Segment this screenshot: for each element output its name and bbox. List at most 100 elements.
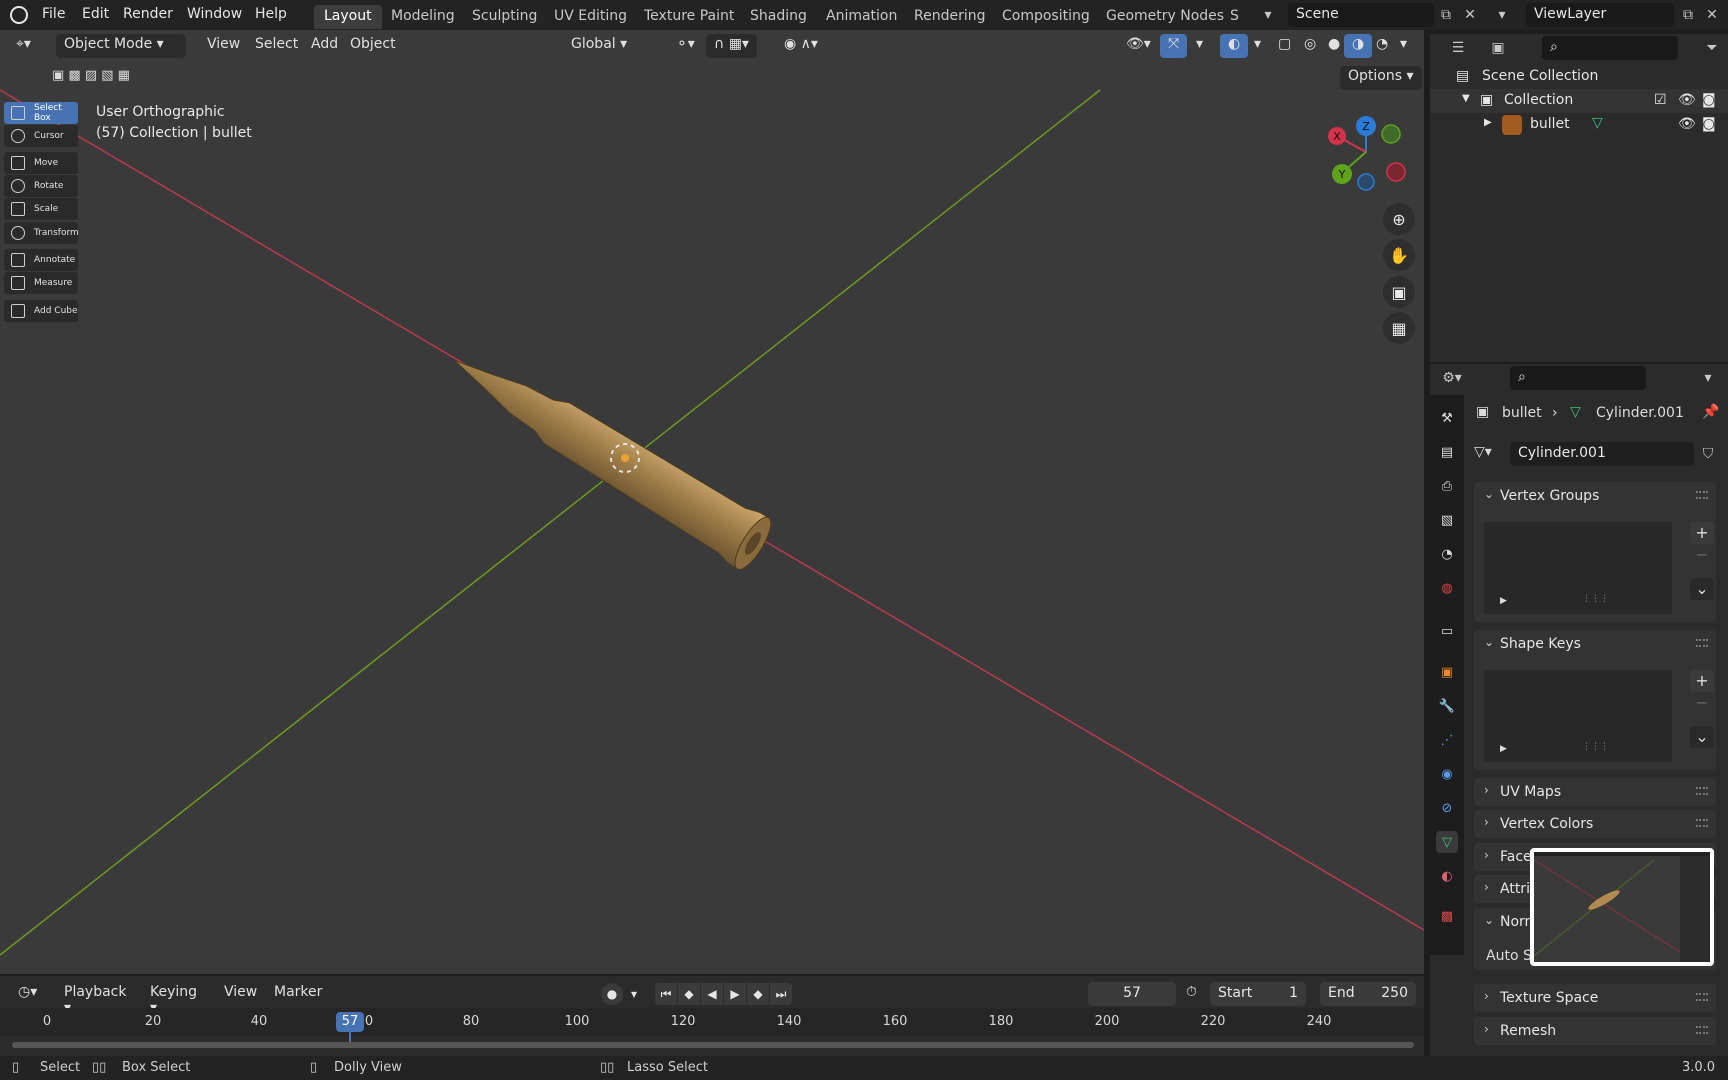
checkbox-icon[interactable]: ☑ — [1654, 92, 1667, 108]
tab-shading[interactable]: Shading — [740, 5, 817, 29]
pan-hand-icon[interactable]: ✋ — [1383, 239, 1415, 271]
drag-handle-icon[interactable] — [1696, 1026, 1708, 1034]
eye-icon[interactable]: 👁 — [1678, 92, 1696, 108]
timeline-menu-view[interactable]: View — [216, 982, 265, 1006]
tab-compositing[interactable]: Compositing — [992, 5, 1100, 29]
data-tab-icon[interactable]: ▽ — [1436, 831, 1458, 853]
panel-vertex-colors[interactable]: › Vertex Colors — [1474, 810, 1716, 838]
mesh-data-field[interactable]: Cylinder.001 — [1510, 442, 1694, 466]
output-tab-icon[interactable]: ⎙ — [1436, 475, 1458, 497]
chevron-down-icon[interactable]: ⌄ — [1484, 487, 1494, 501]
record-icon[interactable]: ● — [601, 983, 623, 1005]
gizmo-toggle-icon[interactable]: ⤧ — [1160, 34, 1188, 58]
camera-render-icon[interactable]: ◙ — [1702, 116, 1716, 132]
proportional-edit-icon[interactable]: ◉ ∧▾ — [776, 34, 826, 58]
drag-handle-icon[interactable] — [1696, 491, 1708, 499]
eye-icon[interactable]: 👁 — [1678, 116, 1696, 132]
properties-options-icon[interactable]: ▾ — [1696, 366, 1720, 390]
tool-select-box[interactable]: Select Box — [4, 102, 78, 124]
menu-select[interactable]: Select — [247, 34, 306, 58]
transform-orientation-dropdown[interactable]: Global ▾ — [563, 34, 659, 58]
visibility-icon[interactable]: 👁▾ — [1118, 34, 1159, 58]
add-shape-key-button[interactable]: + — [1690, 670, 1714, 692]
outliner-row-scene-collection[interactable]: ▤ Scene Collection — [1430, 65, 1728, 89]
close-scene-icon[interactable]: ✕ — [1458, 3, 1482, 27]
tab-rendering[interactable]: Rendering — [904, 5, 996, 29]
start-frame-field[interactable]: Start 1 — [1210, 982, 1306, 1006]
tab-modeling[interactable]: Modeling — [381, 5, 465, 29]
outliner-search-input[interactable]: ⌕ — [1542, 36, 1678, 60]
camera-icon[interactable]: ▣ — [1383, 276, 1415, 308]
jump-end-icon[interactable]: ⏭ — [770, 983, 792, 1005]
expand-list-icon[interactable]: ▶ — [1500, 596, 1507, 606]
chevron-down-icon[interactable]: ⌄ — [1484, 635, 1494, 649]
shape-key-specials-button[interactable]: ⌄ — [1690, 726, 1714, 748]
menu-edit[interactable]: Edit — [82, 6, 109, 22]
grid-view-icon[interactable]: ▦ — [1383, 312, 1415, 344]
scene-field[interactable]: Scene — [1288, 3, 1434, 27]
menu-view[interactable]: View — [199, 34, 248, 58]
mesh-selector-icon[interactable]: ▽▾ — [1474, 444, 1492, 460]
current-frame-field[interactable]: 57 — [1088, 982, 1176, 1006]
tool-transform[interactable]: Transform — [4, 222, 79, 244]
collection-tab-icon[interactable]: ▭ — [1436, 620, 1458, 642]
object-tab-icon[interactable]: ▣ — [1436, 661, 1458, 683]
tab-texture-paint[interactable]: Texture Paint — [634, 5, 744, 29]
end-frame-field[interactable]: End 250 — [1320, 982, 1416, 1006]
expand-list-icon[interactable]: ▶ — [1500, 744, 1507, 754]
menu-window[interactable]: Window — [187, 6, 242, 22]
new-view-layer-icon[interactable]: ⧉ — [1676, 3, 1700, 27]
tab-more[interactable]: S — [1228, 5, 1249, 29]
timeline-editor-icon[interactable]: ◷▾ — [10, 982, 45, 1006]
camera-render-icon[interactable]: ◙ — [1702, 92, 1716, 108]
screenshot-thumbnail[interactable] — [1530, 848, 1714, 966]
panel-uv-maps[interactable]: › UV Maps — [1474, 778, 1716, 806]
tool-annotate[interactable]: Annotate — [4, 249, 78, 271]
jump-start-icon[interactable]: ⏮ — [655, 983, 677, 1005]
tab-geometry-nodes[interactable]: Geometry Nodes — [1096, 5, 1234, 29]
options-dropdown[interactable]: Options ▾ — [1340, 66, 1422, 90]
close-view-layer-icon[interactable]: ✕ — [1700, 3, 1724, 27]
remove-vertex-group-button[interactable]: − — [1690, 544, 1714, 566]
particles-tab-icon[interactable]: ⋰ — [1436, 729, 1458, 751]
overlay-toggle-icon[interactable]: ◐ — [1220, 34, 1249, 58]
playback-dropdown[interactable]: Playback ▾ — [56, 982, 140, 1016]
view-layer-icon[interactable]: ▾ — [1490, 3, 1514, 27]
world-tab-icon[interactable]: ◍ — [1436, 577, 1458, 599]
menu-help[interactable]: Help — [255, 6, 287, 22]
render-tab-icon[interactable]: ▤ — [1436, 441, 1458, 463]
zoom-icon[interactable]: ⊕ — [1383, 203, 1415, 235]
remove-shape-key-button[interactable]: − — [1690, 692, 1714, 714]
tool-cursor[interactable]: Cursor — [4, 125, 78, 147]
timeline-menu-marker[interactable]: Marker — [266, 982, 330, 1006]
drag-handle-icon[interactable] — [1696, 639, 1708, 647]
filter-icon[interactable]: ⏷ — [1700, 36, 1724, 60]
3d-viewport[interactable]: Z X Y User Orthographic (57) Collection … — [0, 30, 1424, 974]
resize-grip-icon[interactable]: ⋮⋮⋮ — [1582, 742, 1609, 752]
chevron-down-icon[interactable]: ⌄ — [1484, 913, 1494, 927]
mode-dropdown[interactable]: Object Mode ▾ — [56, 34, 186, 58]
prev-keyframe-icon[interactable]: ◆ — [678, 983, 700, 1005]
tab-uv-editing[interactable]: UV Editing — [544, 5, 637, 29]
tab-sculpting[interactable]: Sculpting — [462, 5, 547, 29]
stopwatch-icon[interactable]: ⏱ — [1186, 984, 1197, 1000]
selection-mode-icons[interactable]: ▣ ▩ ▨ ▧ ▦ — [52, 68, 168, 90]
outliner-row-bullet[interactable]: ▶ bullet ▽ 👁 ◙ — [1430, 113, 1728, 137]
record-options-icon[interactable]: ▾ — [623, 983, 645, 1005]
physics-tab-icon[interactable]: ◉ — [1436, 763, 1458, 785]
scene-icon[interactable]: ▾ — [1256, 3, 1280, 27]
tool-rotate[interactable]: Rotate — [4, 175, 78, 197]
vertex-groups-title[interactable]: Vertex Groups — [1500, 488, 1599, 504]
new-scene-icon[interactable]: ⧉ — [1434, 3, 1458, 27]
drag-handle-icon[interactable] — [1696, 819, 1708, 827]
display-mode-icon[interactable]: ▣ — [1486, 36, 1510, 60]
timeline-scrollbar[interactable] — [12, 1042, 1414, 1048]
next-keyframe-icon[interactable]: ◆ — [747, 983, 769, 1005]
tool-measure[interactable]: Measure — [4, 272, 78, 294]
outliner-editor-icon[interactable]: ☰ — [1446, 36, 1470, 60]
menu-object[interactable]: Object — [342, 34, 404, 58]
drag-handle-icon[interactable] — [1696, 993, 1708, 1001]
shading-dropdown-icon[interactable]: ▾ — [1392, 34, 1415, 58]
properties-editor-icon[interactable]: ⚙▾ — [1440, 366, 1464, 390]
snap-icon[interactable]: ∩ ▦▾ — [706, 34, 757, 58]
